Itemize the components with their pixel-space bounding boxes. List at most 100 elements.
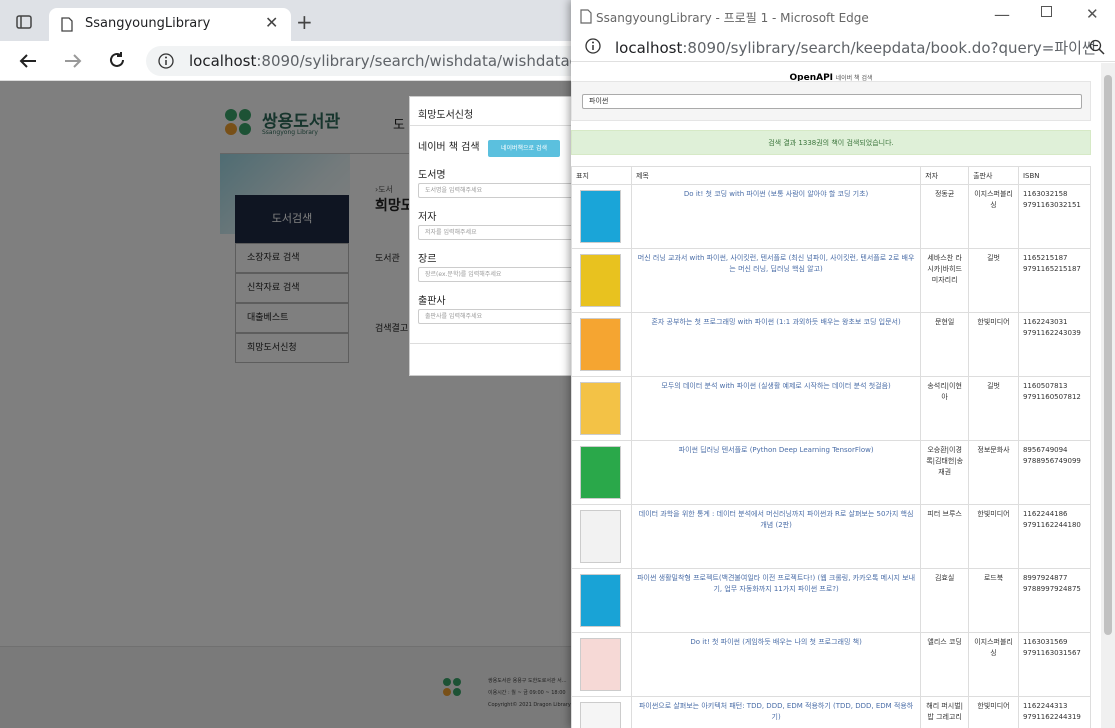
book-publisher: 정보문화사 xyxy=(968,440,1019,505)
popup-address-bar[interactable]: localhost:8090/sylibrary/search/keepdata… xyxy=(571,32,1115,62)
book-cover-image[interactable] xyxy=(580,318,621,371)
cover-cell xyxy=(571,312,632,377)
table-row[interactable]: 파이썬으로 살펴보는 아키텍처 패턴: TDD, DDD, EDM 적용하기 (… xyxy=(571,696,1092,728)
popup-browser-window: SsangyoungLibrary - 프로필 1 - Microsoft Ed… xyxy=(571,0,1115,728)
close-window-icon[interactable]: ✕ xyxy=(1086,5,1099,23)
book-title-link[interactable]: Do it! 첫 코딩 with 파이썬 (보통 사람이 알아야 할 코딩 기초… xyxy=(630,184,922,249)
book-cover-image[interactable] xyxy=(580,446,621,499)
book-cover-image[interactable] xyxy=(580,510,621,563)
popup-title-bar: SsangyoungLibrary - 프로필 1 - Microsoft Ed… xyxy=(571,0,1115,32)
maximize-icon[interactable] xyxy=(1041,6,1052,17)
naver-search-button[interactable]: 네이버책으로 검색 xyxy=(488,140,560,157)
modal-footer-divider xyxy=(410,343,575,344)
book-author: 문현일 xyxy=(920,312,970,377)
search-panel: 파이썬 xyxy=(571,81,1091,121)
modal-title: 희망도서신청 xyxy=(418,110,474,121)
table-row[interactable]: 파이썬 생활밀착형 프로젝트(백견불여일타 이전 프로젝트다!) (웹 크롤링,… xyxy=(571,568,1092,633)
column-header: 표지 xyxy=(571,166,632,185)
results-table: 표지 제목 저자 출판사 ISBN Do it! 첫 코딩 with 파이썬 (… xyxy=(571,166,1092,728)
column-header: 저자 xyxy=(920,166,970,185)
book-title-link[interactable]: 머신 러닝 교과서 with 파이썬, 사이킷런, 텐서플로 (최신 넘파이, … xyxy=(630,248,922,313)
column-header: 제목 xyxy=(630,166,922,185)
book-isbn: 1162244313 9791162244319 xyxy=(1017,696,1092,728)
info-icon[interactable] xyxy=(585,38,601,54)
book-author: 오승환|이경록|김태헌|송재권 xyxy=(920,440,970,505)
book-title-link[interactable]: 모두의 데이터 분석 with 파이썬 (실생활 예제로 시작하는 데이터 분석… xyxy=(630,376,922,441)
back-icon[interactable] xyxy=(18,52,38,70)
minimize-icon[interactable]: — xyxy=(994,5,1010,24)
popup-window-title: SsangyoungLibrary - 프로필 1 - Microsoft Ed… xyxy=(596,11,869,25)
popup-content: OpenAPI 네이버 책 검색 파이썬 검색 결과 1338권의 책이 검색되… xyxy=(571,63,1101,728)
table-row[interactable]: Do it! 첫 파이썬 (게임하듯 배우는 나의 첫 프로그래밍 책) 앨리스 … xyxy=(571,632,1092,697)
book-cover-image[interactable] xyxy=(580,190,621,243)
book-author: 정동균 xyxy=(920,184,970,249)
book-cover-image[interactable] xyxy=(580,254,621,307)
book-isbn: 1162244186 9791162244180 xyxy=(1017,504,1092,569)
publisher-input[interactable]: 출판사를 입력해주세요 xyxy=(418,309,578,324)
tab-title: SsangyoungLibrary xyxy=(85,16,211,31)
book-title-link[interactable]: 파이썬 딥러닝 텐서플로 (Python Deep Learning Tenso… xyxy=(630,440,922,505)
book-isbn: 1163031569 9791163031567 xyxy=(1017,632,1092,697)
cover-cell xyxy=(571,632,632,697)
modal-divider xyxy=(410,125,575,126)
tab-actions-icon[interactable] xyxy=(16,15,32,29)
book-publisher: 로드북 xyxy=(968,568,1019,633)
book-isbn: 8956749094 9788956749099 xyxy=(1017,440,1092,505)
author-input[interactable]: 저자를 입력해주세요 xyxy=(418,225,578,240)
popup-url-text: localhost:8090/sylibrary/search/keepdata… xyxy=(615,39,1096,57)
book-isbn: 1163032158 9791163032151 xyxy=(1017,184,1092,249)
book-cover-image[interactable] xyxy=(580,574,621,627)
cover-cell xyxy=(571,504,632,569)
field-label-title: 도서명 xyxy=(418,170,446,181)
cover-cell xyxy=(571,184,632,249)
close-tab-icon[interactable]: ✕ xyxy=(265,13,278,32)
book-author: 세바스찬 라시카|바히드 미자리리 xyxy=(920,248,970,313)
table-row[interactable]: 모두의 데이터 분석 with 파이썬 (실생활 예제로 시작하는 데이터 분석… xyxy=(571,376,1092,441)
book-cover-image[interactable] xyxy=(580,382,621,435)
book-publisher: 길벗 xyxy=(968,248,1019,313)
table-row[interactable]: 머신 러닝 교과서 with 파이썬, 사이킷런, 텐서플로 (최신 넘파이, … xyxy=(571,248,1092,313)
field-label-publisher: 출판사 xyxy=(418,296,446,307)
new-tab-icon[interactable]: + xyxy=(296,12,313,32)
book-author: 앨리스 코딩 xyxy=(920,632,970,697)
book-title-link[interactable]: 파이썬 생활밀착형 프로젝트(백견불여일타 이전 프로젝트다!) (웹 크롤링,… xyxy=(630,568,922,633)
browser-tab[interactable]: SsangyoungLibrary ✕ xyxy=(49,8,291,41)
book-title-link[interactable]: 데이터 과학을 위한 통계 : 데이터 분석에서 머신러닝까지 파이썬과 R로 … xyxy=(630,504,922,569)
field-label-genre: 장르 xyxy=(418,254,437,265)
cover-cell xyxy=(571,440,632,505)
genre-input[interactable]: 장르(ex.문학)를 입력해주세요 xyxy=(418,267,578,282)
table-row[interactable]: 파이썬 딥러닝 텐서플로 (Python Deep Learning Tenso… xyxy=(571,440,1092,505)
book-title-link[interactable]: 파이썬으로 살펴보는 아키텍처 패턴: TDD, DDD, EDM 적용하기 (… xyxy=(630,696,922,728)
book-publisher: 한빛미디어 xyxy=(968,696,1019,728)
cover-cell xyxy=(571,696,632,728)
book-cover-image[interactable] xyxy=(580,702,621,728)
book-title-link[interactable]: 혼자 공부하는 첫 프로그래밍 with 파이썬 (1:1 과외하듯 배우는 왕… xyxy=(630,312,922,377)
page-icon xyxy=(580,9,592,24)
forward-icon[interactable] xyxy=(63,52,83,70)
scrollbar-thumb[interactable] xyxy=(1104,75,1112,635)
cover-cell xyxy=(571,248,632,313)
result-message: 검색 결과 1338권의 책이 검색되었습니다. xyxy=(571,130,1091,155)
info-icon[interactable] xyxy=(158,53,174,69)
book-isbn: 1160507813 9791160507812 xyxy=(1017,376,1092,441)
book-publisher: 이지스퍼블리싱 xyxy=(968,184,1019,249)
book-publisher: 이지스퍼블리싱 xyxy=(968,632,1019,697)
cover-cell xyxy=(571,568,632,633)
table-row[interactable]: 데이터 과학을 위한 통계 : 데이터 분석에서 머신러닝까지 파이썬과 R로 … xyxy=(571,504,1092,569)
zoom-icon[interactable] xyxy=(1089,39,1105,55)
book-cover-image[interactable] xyxy=(580,638,621,691)
book-author: 송석리|이현아 xyxy=(920,376,970,441)
vertical-scrollbar[interactable] xyxy=(1101,63,1115,728)
refresh-icon[interactable] xyxy=(107,50,127,70)
table-row[interactable]: 혼자 공부하는 첫 프로그래밍 with 파이썬 (1:1 과외하듯 배우는 왕… xyxy=(571,312,1092,377)
book-isbn: 1165215187 9791165215187 xyxy=(1017,248,1092,313)
column-header: 출판사 xyxy=(968,166,1019,185)
query-input[interactable]: 파이썬 xyxy=(582,94,1082,109)
naver-search-label: 네이버 책 검색 xyxy=(418,142,480,153)
book-publisher: 한빛미디어 xyxy=(968,312,1019,377)
book-title-link[interactable]: Do it! 첫 파이썬 (게임하듯 배우는 나의 첫 프로그래밍 책) xyxy=(630,632,922,697)
book-publisher: 길벗 xyxy=(968,376,1019,441)
title-input[interactable]: 도서명을 입력해주세요 xyxy=(418,183,578,198)
book-author: 김효실 xyxy=(920,568,970,633)
table-row[interactable]: Do it! 첫 코딩 with 파이썬 (보통 사람이 알아야 할 코딩 기초… xyxy=(571,184,1092,249)
